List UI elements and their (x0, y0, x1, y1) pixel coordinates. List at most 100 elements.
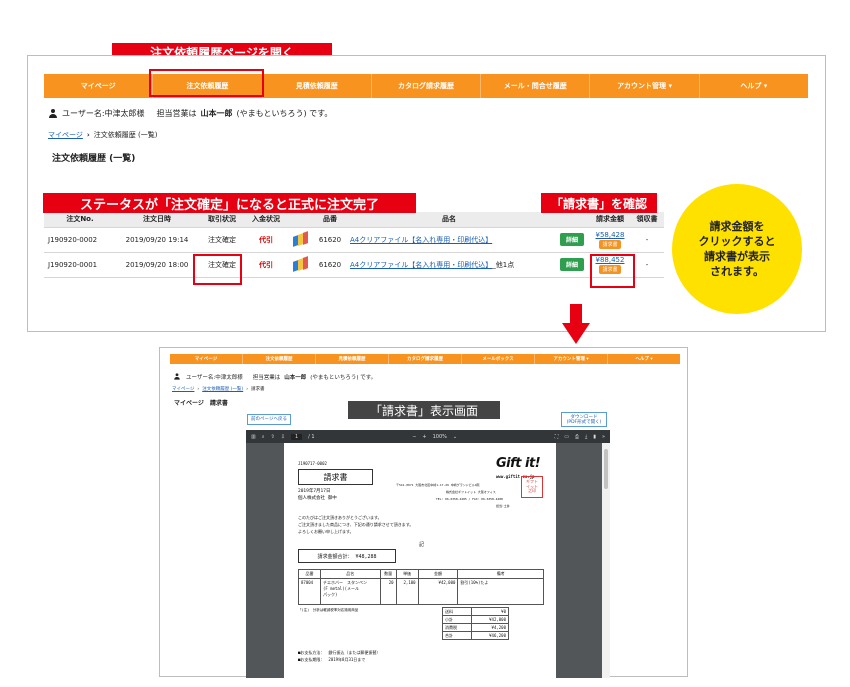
payment-due: ■お支払期限： 2019年8月31日まで (298, 657, 366, 662)
table-row: 87004 チエホバー スタンペン (F metal)(メール パック) 20 … (298, 578, 544, 605)
product-extra: _他1点 (492, 260, 515, 269)
clear-file-icon (293, 255, 309, 272)
download-icon[interactable]: ⤓ (585, 434, 587, 440)
sum-value: ¥4,200 (470, 623, 510, 632)
item-col-qty: 数量 (379, 569, 397, 579)
nav-estimate-history[interactable]: 見積依頼履歴 (263, 74, 372, 98)
invoice-footnote: 「(注) 分析は軽減税率対応適用商品 (298, 608, 359, 612)
sidebar-toggle-icon[interactable]: ▥ (251, 434, 256, 440)
table-row: J190920-0001 2019/09/20 18:00 注文確定 代引 61… (44, 252, 664, 278)
nav-account[interactable]: アカウント管理 ▾ (535, 354, 608, 364)
nav-mail-history[interactable]: メール・問合せ履歴 (481, 74, 591, 98)
nav-mailbox[interactable]: メールボックス (462, 354, 535, 364)
callout-check-invoice: 「請求書」を確認 (541, 193, 657, 213)
rep-name: 山本一郎 (200, 109, 233, 118)
page-number-input[interactable]: 1 (290, 433, 303, 440)
detail-button[interactable]: 詳細 (559, 233, 584, 246)
product-name-cell: A4クリアファイル【名入れ専用・印刷代込】 (344, 227, 554, 253)
product-code: 61620 (316, 252, 344, 278)
next-page-icon[interactable]: ⇩ (281, 434, 285, 440)
zoom-level[interactable]: 100% (433, 434, 447, 440)
payment-status: 代引 (246, 227, 286, 253)
breadcrumb-mypage[interactable]: マイページ (48, 130, 83, 140)
breadcrumb-sep: › (246, 386, 248, 392)
company-seal-icon: ギフト イット 之印 (521, 476, 543, 498)
product-name-link[interactable]: A4クリアファイル【名入れ専用・印刷代込】 (350, 236, 492, 244)
table-row: 送料 ¥0 (442, 607, 510, 616)
sum-label: 消費税 (442, 623, 472, 632)
callout-viewer-label: 「請求書」表示画面 (348, 401, 500, 419)
invoice-amount-link[interactable]: ¥58,428 (596, 231, 625, 239)
download-pdf-button[interactable]: ダウンロード (PDF形式で開く) (561, 412, 607, 427)
nav-estimate-history[interactable]: 見積依頼履歴 (316, 354, 389, 364)
detail-cell: 詳細 (554, 252, 590, 278)
item-col-name: 品名 (319, 569, 381, 579)
callout-status-note: ステータスが「注文確定」になると正式に注文完了 (43, 193, 416, 213)
col-status: 取引状況 (198, 212, 246, 228)
invoice-items-table: 品番 品名 数量 単価 金額 備考 87004 チエホバー スタンペン (F m… (298, 569, 544, 605)
down-arrow-icon (562, 304, 590, 344)
zoom-in-icon[interactable]: + (422, 434, 426, 440)
chevron-down-icon[interactable]: ⌄ (453, 434, 457, 440)
detail-button[interactable]: 詳細 (559, 258, 584, 271)
payment-status: 代引 (246, 252, 286, 278)
user-info: ユーザー名:中津太郎様 担当営業は 山本一郎 (やまもといちろう) です。 (48, 108, 332, 119)
product-name-link[interactable]: A4クリアファイル【名入れ専用・印刷代込】 (350, 261, 492, 269)
invoice-title: 請求書 (298, 469, 373, 485)
breadcrumb-sep: › (197, 386, 200, 392)
invoice-number: J190717-0002 (298, 461, 327, 466)
col-order-no: 注文No. (44, 212, 116, 228)
invoice-message-3: よろしくお願い申し上げます。 (298, 529, 354, 534)
sum-value: ¥0 (470, 607, 510, 616)
company-address: 〒541-0071 大阪市北区中崎1-17-26 中崎グランドビル4階 (396, 483, 480, 487)
zoom-out-icon[interactable]: − (412, 434, 416, 440)
page-total: / 1 (308, 433, 315, 440)
nav-help[interactable]: ヘルプ ▾ (700, 74, 808, 98)
nav-catalog-history[interactable]: カタログ請求履歴 (372, 74, 482, 98)
fullscreen-icon[interactable]: ⛶ (555, 434, 559, 440)
nav-mypage[interactable]: マイページ (170, 354, 243, 364)
page-title: 注文依頼履歴 (一覧) (52, 154, 136, 164)
print-icon[interactable]: ⎙ (575, 434, 579, 440)
product-thumbnail[interactable] (286, 252, 316, 278)
open-file-icon[interactable]: ▭ (564, 434, 569, 440)
nav-account[interactable]: アカウント管理 ▾ (590, 74, 700, 98)
invoice-message-1: このたびはご注文頂きありがとうございます。 (298, 515, 382, 520)
item-col-code: 品番 (298, 569, 321, 579)
back-button[interactable]: 前のページへ戻る (247, 414, 291, 425)
item-col-price: 単価 (395, 569, 419, 579)
rep-name: 山本一郎 (284, 374, 307, 381)
nav-order-history[interactable]: 注文依頼履歴 (243, 354, 316, 364)
breadcrumb-current: 注文依頼履歴 (一覧) (93, 131, 158, 139)
sum-label: 合計 (442, 631, 472, 640)
user-icon (174, 373, 181, 380)
item-col-note: 備考 (457, 569, 544, 579)
sum-value: ¥46,200 (470, 631, 510, 640)
item-qty: 20 (379, 578, 397, 605)
nav-help[interactable]: ヘルプ ▾ (608, 354, 680, 364)
invoice-message-2: ご注文頂きました商品につき、下記の通り請求させて頂きます。 (298, 522, 414, 527)
company-rep: 担当:土井 (496, 504, 510, 508)
search-icon[interactable]: ⌕ (262, 434, 265, 440)
order-date: 2019/09/20 19:14 (116, 227, 198, 253)
col-thumb (286, 212, 316, 228)
item-price: 2,100 (395, 578, 419, 605)
order-status: 注文確定 (198, 227, 246, 253)
invoice-total: 請求金額合計： ¥48,288 (298, 549, 396, 563)
col-payment: 入金状況 (246, 212, 286, 228)
item-amount: ¥42,000 (417, 578, 459, 605)
breadcrumb-order-history[interactable]: 注文依頼履歴 (一覧) (202, 386, 243, 392)
invoice-badge[interactable]: 請求書 (599, 239, 621, 249)
gift-it-logo: Gift it! (496, 456, 541, 471)
table-row: 小計 ¥42,000 (442, 615, 510, 624)
nav-catalog-history[interactable]: カタログ請求履歴 (389, 354, 462, 364)
nav-mypage[interactable]: マイページ (44, 74, 154, 98)
product-thumbnail[interactable] (286, 227, 316, 253)
breadcrumb-mypage[interactable]: マイページ (172, 386, 194, 392)
prev-page-icon[interactable]: ⇧ (271, 434, 275, 440)
col-order-date: 注文日時 (116, 212, 198, 228)
pdf-scrollbar[interactable] (602, 443, 610, 678)
more-tools-icon[interactable]: » (602, 434, 605, 440)
bookmark-icon[interactable]: ▮ (593, 434, 596, 440)
item-note: 割引(10%)たよ (457, 578, 544, 605)
